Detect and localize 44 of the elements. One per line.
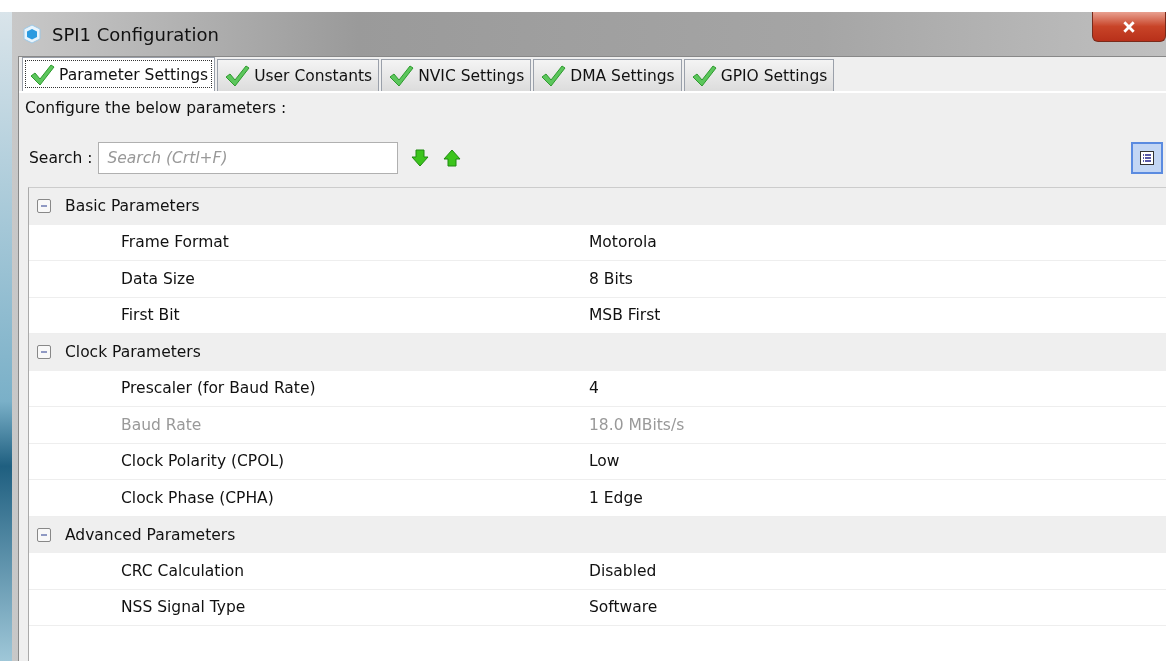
arrow-up-icon[interactable] (442, 148, 463, 168)
parameter-name: NSS Signal Type (120, 598, 247, 617)
group-header: Basic Parameters (65, 197, 200, 216)
parameter-name: First Bit (120, 306, 181, 325)
parameter-value[interactable]: 4 (589, 379, 599, 398)
tab[interactable]: User Constants (217, 59, 380, 91)
checkmark-icon (224, 63, 251, 88)
checkmark-icon (540, 63, 567, 88)
parameter-name: Clock Polarity (CPOL) (120, 452, 286, 471)
search-field[interactable]: Search (Crtl+F) (98, 142, 399, 174)
parameter-value[interactable]: 1 Edge (589, 488, 643, 507)
window-title: SPI1 Configuration (52, 23, 219, 45)
parameter-value[interactable]: Motorola (589, 233, 657, 252)
instruction-text: Configure the below parameters : (24, 98, 288, 119)
parameter-name: Data Size (120, 269, 196, 288)
checkmark-icon (29, 62, 55, 87)
checkmark-icon (690, 63, 717, 88)
parameter-value[interactable]: MSB First (589, 306, 661, 325)
parameter-value[interactable]: Low (589, 452, 620, 471)
tab[interactable]: DMA Settings (533, 59, 682, 91)
list-view-button[interactable] (1131, 142, 1163, 174)
parameter-value[interactable]: Disabled (589, 561, 657, 580)
parameter-name: Frame Format (120, 233, 230, 252)
checkmark-icon (388, 63, 415, 88)
tab[interactable]: NVIC Settings (381, 59, 532, 91)
tab[interactable]: Parameter Settings (22, 57, 216, 91)
group-header: Clock Parameters (65, 343, 201, 362)
parameter-name: Clock Phase (CPHA) (120, 488, 275, 507)
cube-icon (22, 24, 42, 44)
close-icon (1122, 20, 1136, 33)
parameter-name: CRC Calculation (120, 561, 246, 580)
parameter-name: Baud Rate (120, 415, 203, 434)
parameter-name: Prescaler (for Baud Rate) (120, 379, 317, 398)
parameter-value[interactable]: Software (589, 598, 658, 617)
close-button[interactable] (1092, 12, 1166, 42)
collapse-toggle[interactable] (37, 527, 51, 542)
arrow-down-icon[interactable] (410, 148, 431, 168)
list-icon (1139, 150, 1155, 166)
parameter-value[interactable]: 8 Bits (589, 269, 633, 288)
group-header: Advanced Parameters (65, 525, 236, 544)
tab[interactable]: GPIO Settings (683, 59, 835, 91)
collapse-toggle[interactable] (37, 345, 51, 360)
search-label: Search : (29, 149, 93, 167)
collapse-toggle[interactable] (37, 199, 51, 214)
